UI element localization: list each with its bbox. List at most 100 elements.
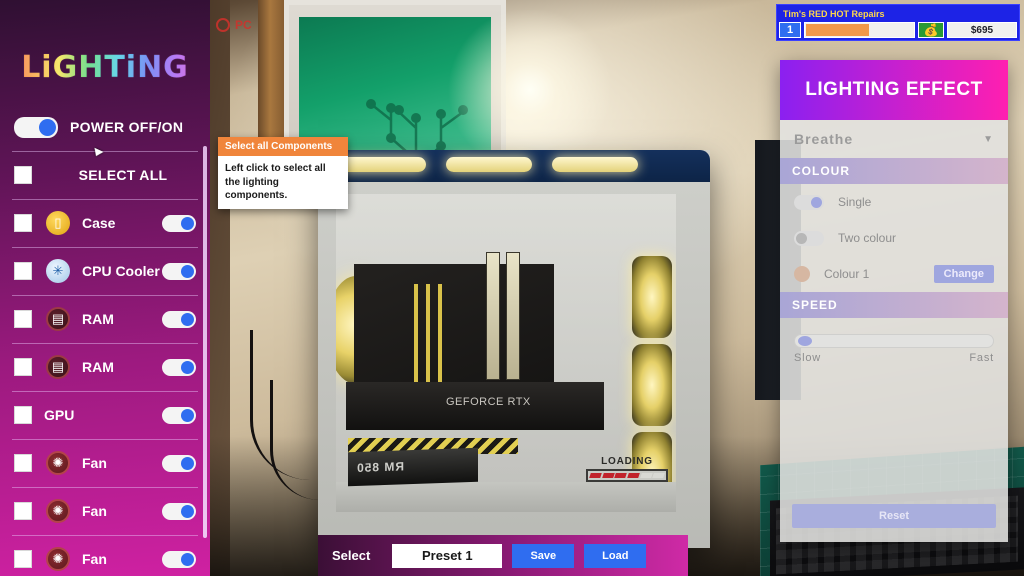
component-checkbox[interactable] <box>14 550 32 568</box>
case-glass-panel: GEFORCE RTX <box>336 194 676 482</box>
component-label: CPU Cooler <box>82 263 160 279</box>
select-all-label: SELECT ALL <box>78 167 168 183</box>
single-colour-row[interactable]: Single <box>780 184 1008 220</box>
component-label: Case <box>82 215 116 231</box>
psu-model-label: RM 850 <box>356 459 405 475</box>
game-watermark: PC <box>216 18 252 32</box>
watermark-ring-icon <box>216 18 230 32</box>
component-row-fan-3[interactable]: ✺ Fan <box>0 535 210 576</box>
ram-stick <box>506 252 520 380</box>
load-button[interactable]: Load <box>584 543 647 568</box>
component-checkbox[interactable] <box>14 502 32 520</box>
tooltip-title: Select all Components <box>218 137 348 156</box>
lighting-logo: LiGHTiNG <box>0 50 210 85</box>
chevron-down-icon: ▼ <box>983 133 994 145</box>
ram-stick <box>486 252 500 380</box>
component-toggle[interactable] <box>162 358 196 376</box>
component-checkbox[interactable] <box>14 454 32 472</box>
component-toggle[interactable] <box>162 406 196 424</box>
component-checkbox[interactable] <box>14 262 32 280</box>
component-row-fan-1[interactable]: ✺ Fan <box>0 439 210 487</box>
component-toggle[interactable] <box>162 262 196 280</box>
snowflake-icon: ✳ <box>46 259 70 283</box>
single-colour-toggle[interactable] <box>794 194 824 210</box>
watermark-label: PC <box>235 18 252 32</box>
sidebar-scrollbar[interactable] <box>203 146 207 538</box>
single-colour-label: Single <box>838 195 872 209</box>
colour1-label: Colour 1 <box>824 267 870 281</box>
preset-bar[interactable]: Select Preset 1 Save Load <box>318 535 688 576</box>
select-all-row[interactable]: SELECT ALL <box>0 151 210 199</box>
case-icon: ▯ <box>46 211 70 235</box>
colour1-swatch[interactable] <box>794 266 810 282</box>
component-row-ram-1[interactable]: ▤ RAM <box>0 295 210 343</box>
lighting-effect-panel[interactable]: LIGHTING EFFECT Breathe ▼ COLOUR Single … <box>780 60 1008 542</box>
side-fan <box>632 256 672 338</box>
top-fan-light <box>552 157 638 172</box>
component-checkbox[interactable] <box>14 214 32 232</box>
ram-icon: ▤ <box>46 355 70 379</box>
component-row-fan-2[interactable]: ✺ Fan <box>0 487 210 535</box>
colour-section-header: COLOUR <box>780 158 1008 184</box>
select-label: Select <box>332 548 371 563</box>
save-button[interactable]: Save <box>512 543 575 568</box>
component-label: Fan <box>82 551 107 567</box>
fan-icon: ✺ <box>46 451 70 475</box>
component-row-cpu-cooler[interactable]: ✳ CPU Cooler <box>0 247 210 295</box>
component-row-ram-2[interactable]: ▤ RAM <box>0 343 210 391</box>
tooltip-body: Left click to select all the lighting co… <box>218 156 348 209</box>
tooltip: Select all Components Left click to sele… <box>218 137 348 209</box>
money-bag-icon: 💰 <box>918 22 944 38</box>
effect-selected-value: Breathe <box>794 131 854 147</box>
side-fan <box>632 344 672 426</box>
money-amount: $695 <box>947 22 1017 38</box>
fan-icon: ✺ <box>46 499 70 523</box>
xp-progress-bar <box>804 22 915 38</box>
player-status-bar: Tim's RED HOT Repairs 1 💰 $695 <box>776 4 1020 41</box>
power-supply: RM 850 <box>348 447 478 487</box>
gpu-brand-label: GEFORCE RTX <box>446 396 531 408</box>
pc-case[interactable]: GEFORCE RTX RM 850 LOADING <box>318 150 710 548</box>
top-fan-light <box>446 157 532 172</box>
select-all-checkbox[interactable] <box>14 166 32 184</box>
component-row-case[interactable]: ▯ Case <box>0 199 210 247</box>
speed-slider-wrap[interactable]: Slow Fast <box>780 318 1008 364</box>
component-toggle[interactable] <box>162 310 196 328</box>
change-colour-button[interactable]: Change <box>933 265 994 283</box>
component-toggle[interactable] <box>162 502 196 520</box>
component-label: GPU <box>44 407 75 423</box>
colour1-row[interactable]: Colour 1 Change <box>780 256 1008 292</box>
component-toggle[interactable] <box>162 214 196 232</box>
speed-section-header: SPEED <box>780 292 1008 318</box>
lighting-sidebar[interactable]: LiGHTiNG POWER OFF/ON SELECT ALL ▯ Case … <box>0 0 210 576</box>
lighting-effect-title: LIGHTING EFFECT <box>780 60 1008 120</box>
loading-progress-bar <box>586 469 668 482</box>
level-badge: 1 <box>779 22 801 38</box>
power-toggle[interactable] <box>14 116 58 138</box>
fan-icon: ✺ <box>46 547 70 571</box>
speed-slider-handle[interactable] <box>798 336 812 346</box>
speed-slider[interactable] <box>794 334 994 348</box>
preset-field[interactable]: Preset 1 <box>392 543 503 568</box>
component-toggle[interactable] <box>162 550 196 568</box>
effect-dropdown[interactable]: Breathe ▼ <box>780 120 1008 158</box>
two-colour-toggle[interactable] <box>794 230 824 246</box>
speed-fast-label: Fast <box>969 352 994 364</box>
psu-shroud <box>336 482 676 512</box>
component-checkbox[interactable] <box>14 310 32 328</box>
two-colour-row[interactable]: Two colour <box>780 220 1008 256</box>
component-label: Fan <box>82 455 107 471</box>
power-toggle-row[interactable]: POWER OFF/ON <box>0 103 210 151</box>
loading-indicator: LOADING <box>586 456 668 482</box>
case-top-panel <box>318 150 710 182</box>
component-checkbox[interactable] <box>14 358 32 376</box>
status-strip: 1 💰 $695 <box>779 22 1017 38</box>
reset-button[interactable]: Reset <box>792 504 996 528</box>
power-label: POWER OFF/ON <box>70 119 184 135</box>
component-row-gpu[interactable]: ◉ GPU <box>0 391 210 439</box>
graphics-card: GEFORCE RTX <box>346 382 604 430</box>
top-fan-light <box>340 157 426 172</box>
component-checkbox[interactable] <box>14 406 32 424</box>
loading-label: LOADING <box>601 456 653 467</box>
component-toggle[interactable] <box>162 454 196 472</box>
